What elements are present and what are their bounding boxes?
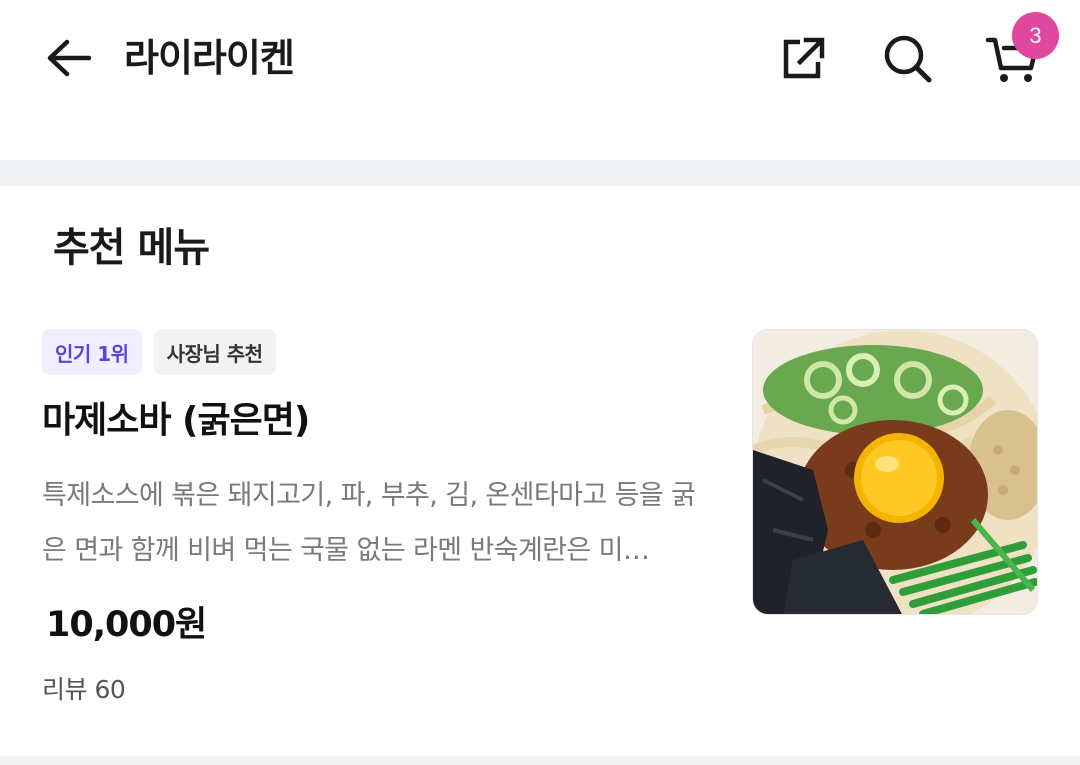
cart-count-badge: 3 [1012, 12, 1059, 59]
popular-badge: 인기 1위 [42, 329, 142, 375]
search-button[interactable] [877, 30, 937, 90]
share-external-icon [778, 34, 826, 86]
app-header: 라이라이켄 3 [0, 0, 1080, 160]
section-divider [0, 160, 1080, 186]
menu-tags: 인기 1위 사장님 추천 [42, 329, 276, 375]
menu-price: 10,000원 [46, 605, 207, 645]
owner-pick-badge: 사장님 추천 [153, 329, 276, 375]
review-count: 리뷰 60 [42, 675, 126, 704]
share-button[interactable] [772, 30, 832, 90]
menu-item-card[interactable]: 인기 1위 사장님 추천 마제소바 (굵은면) 특제소스에 볶은 돼지고기, 파… [0, 310, 1080, 750]
page-title: 라이라이켄 [124, 36, 295, 80]
search-icon [881, 32, 933, 88]
food-photo [752, 329, 1038, 615]
arrow-left-icon [45, 38, 92, 82]
menu-description: 특제소스에 볶은 돼지고기, 파, 부추, 김, 온센타마고 등을 굵은 면과 … [42, 480, 696, 566]
menu-name: 마제소바 (굵은면) [42, 400, 310, 441]
back-button[interactable] [40, 32, 96, 88]
section-title: 추천 메뉴 [53, 225, 210, 271]
section-divider-bottom [0, 756, 1080, 765]
